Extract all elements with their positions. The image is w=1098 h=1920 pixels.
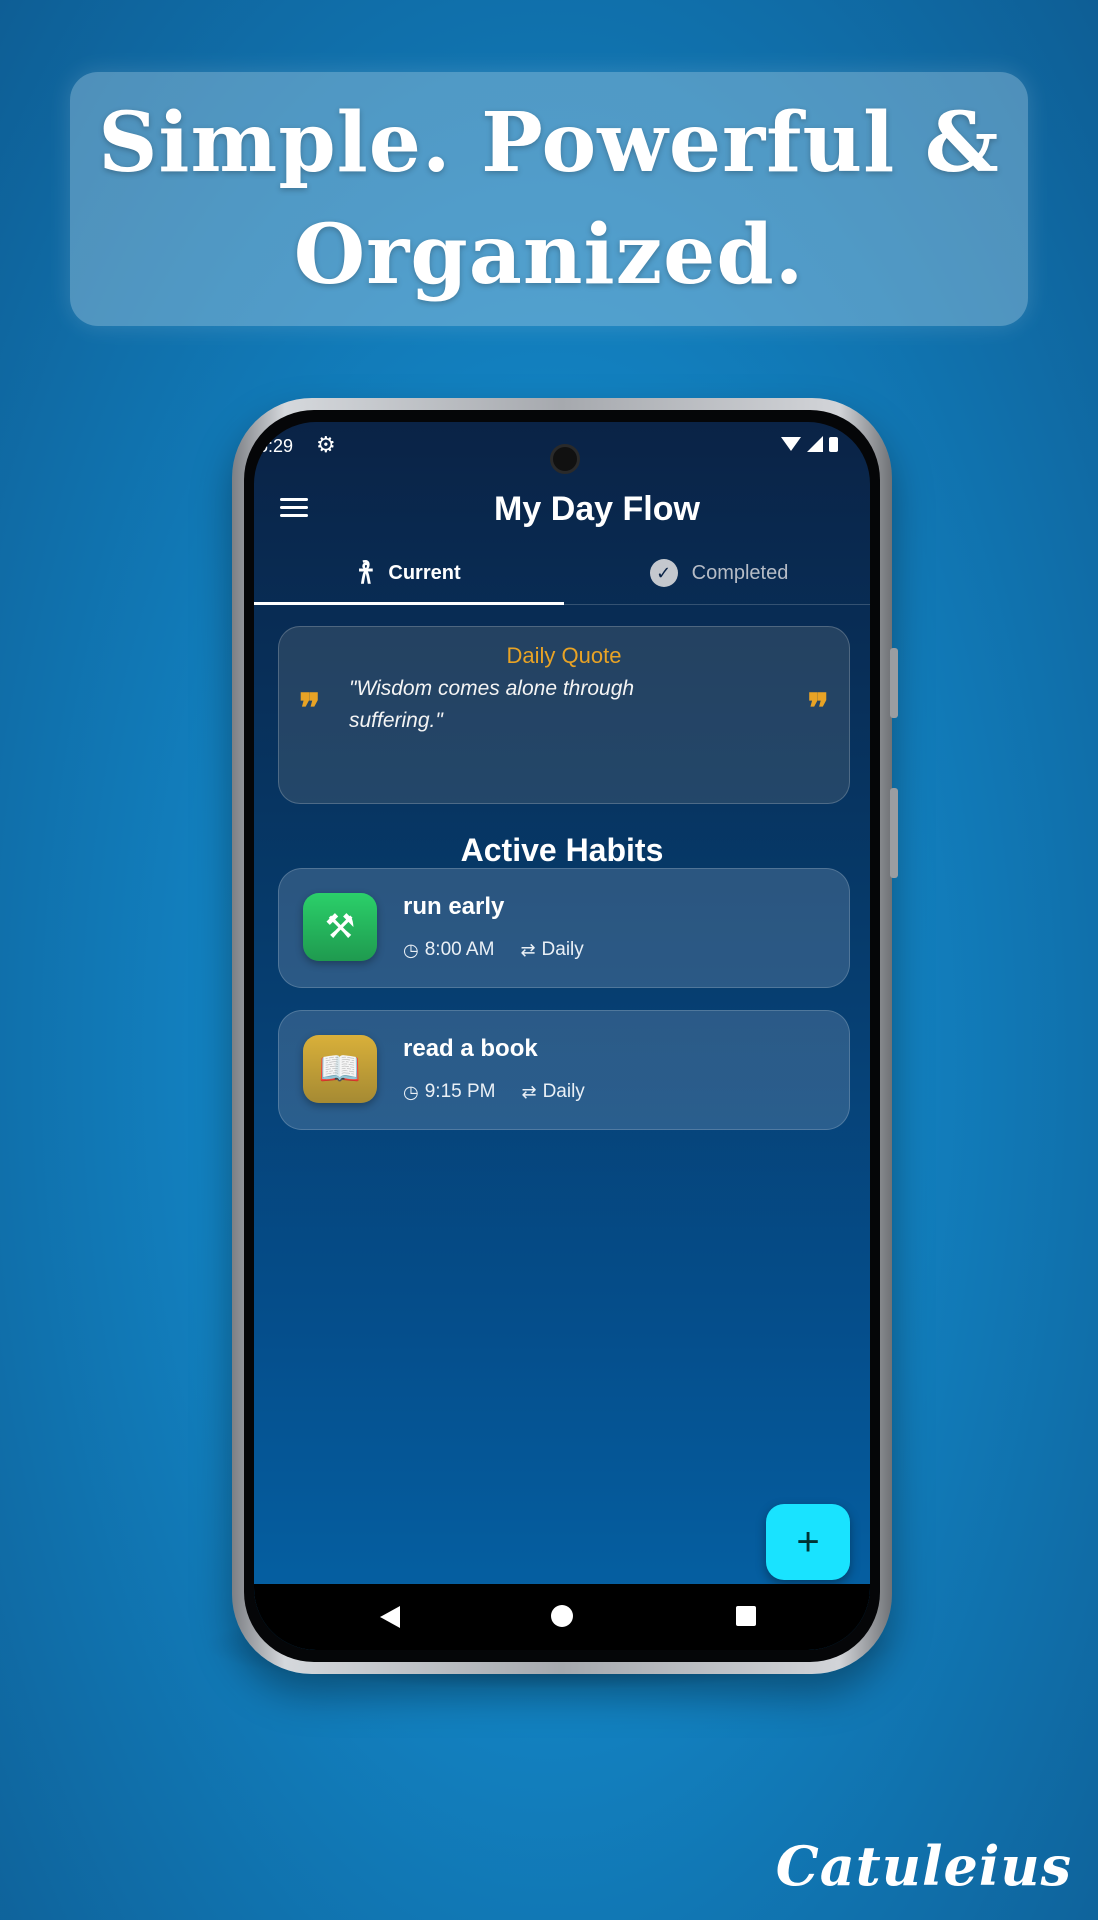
tab-current[interactable]: 𐀪 Current [254, 544, 564, 605]
habit-time: 9:15 PM [424, 1081, 496, 1102]
daily-quote-card: Daily Quote ❞ "Wisdom comes alone throug… [278, 626, 850, 804]
habit-name: read a book [403, 1035, 538, 1062]
phone-bezel: 5:29 ⚙ My Day Flow 𐀪 Current ✓ Completed… [244, 410, 880, 1662]
app-title: My Day Flow [494, 490, 700, 528]
system-navigation-bar [254, 1584, 870, 1650]
home-icon[interactable] [551, 1605, 573, 1627]
tab-completed[interactable]: ✓ Completed [564, 544, 870, 602]
gear-icon: ⚙ [316, 432, 336, 457]
tab-current-label: Current [388, 561, 461, 584]
habit-card[interactable]: ⚒ run early ◷ 8:00 AM ⇄ Daily [278, 868, 850, 988]
repeat-icon: ⇄ [521, 1081, 537, 1102]
status-bar: 5:29 ⚙ [254, 430, 870, 474]
check-circle-icon: ✓ [649, 559, 678, 587]
headline-line-2: Organized. [293, 207, 805, 303]
habit-repeat: Daily [542, 1081, 585, 1102]
headline-banner: Simple. Powerful & Organized. [70, 72, 1028, 326]
habit-meta: ◷ 9:15 PM ⇄ Daily [403, 1081, 585, 1103]
power-button [890, 788, 898, 878]
app-bar: My Day Flow [254, 474, 870, 544]
headline-line-1: Simple. Powerful & [98, 95, 1000, 191]
quote-text: "Wisdom comes alone through suffering." [349, 677, 635, 732]
volume-button [890, 648, 898, 718]
wifi-icon [781, 437, 801, 451]
quote-title: Daily Quote [506, 643, 622, 668]
habit-meta: ◷ 8:00 AM ⇄ Daily [403, 939, 584, 961]
front-camera [550, 444, 580, 474]
quote-open-icon: ❞ [299, 685, 321, 732]
headline-text: Simple. Powerful & Organized. [98, 87, 1000, 311]
dumbbell-icon: ⚒ [303, 893, 377, 961]
habit-name: run early [403, 893, 505, 920]
habit-time: 8:00 AM [424, 939, 495, 960]
brand-logo: Catuleius [775, 1834, 1072, 1898]
status-time: 5:29 [258, 436, 294, 456]
book-icon: 📖 [303, 1035, 377, 1103]
repeat-icon: ⇄ [520, 939, 536, 960]
habit-card[interactable]: 📖 read a book ◷ 9:15 PM ⇄ Daily [278, 1010, 850, 1130]
status-icons [781, 436, 838, 452]
battery-icon [829, 436, 838, 452]
quote-close-icon: ❞ [807, 685, 829, 732]
stretching-person-icon: 𐀪 [357, 558, 375, 589]
habit-repeat: Daily [541, 939, 584, 960]
add-habit-button[interactable]: + [766, 1504, 850, 1580]
back-icon[interactable] [380, 1606, 400, 1628]
signal-icon [807, 436, 823, 452]
clock-icon: ◷ [403, 939, 419, 960]
phone-frame: 5:29 ⚙ My Day Flow 𐀪 Current ✓ Completed… [232, 398, 898, 1674]
plus-icon: + [796, 1519, 820, 1564]
clock-icon: ◷ [403, 1081, 419, 1102]
recents-icon[interactable] [736, 1606, 756, 1626]
active-habits-title: Active Habits [460, 832, 664, 868]
tab-bar: 𐀪 Current ✓ Completed [254, 544, 870, 605]
app-screen: 5:29 ⚙ My Day Flow 𐀪 Current ✓ Completed… [254, 422, 870, 1650]
tab-completed-label: Completed [691, 561, 789, 584]
